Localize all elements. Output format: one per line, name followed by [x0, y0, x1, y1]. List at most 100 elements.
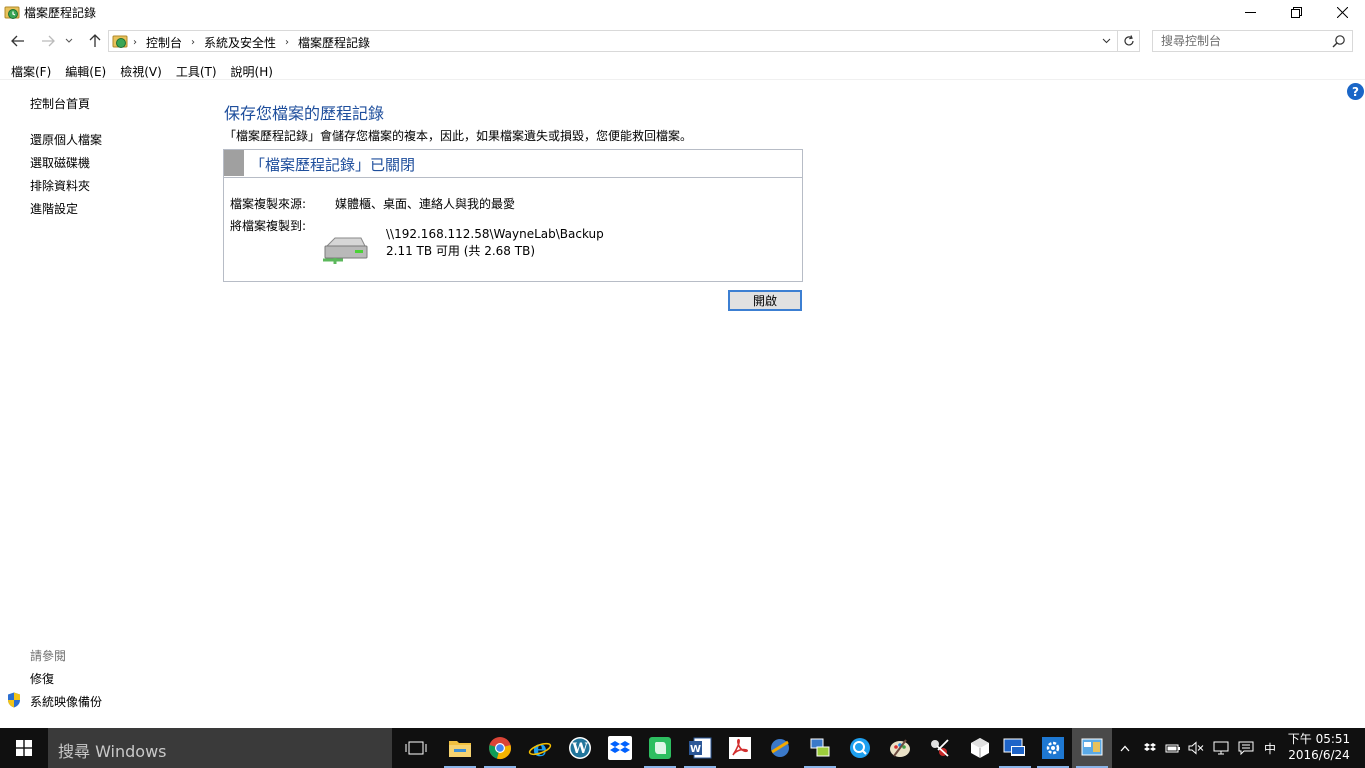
taskbar-app-network[interactable] [800, 728, 840, 768]
menu-edit[interactable]: 編輯(E) [58, 60, 113, 79]
close-button[interactable] [1319, 0, 1365, 24]
status-text: 「檔案歷程記錄」已關閉 [250, 156, 416, 174]
destination-path: \\192.168.112.58\WayneLab\Backup [386, 227, 604, 241]
tray-dropbox[interactable] [1140, 728, 1160, 768]
menu-help[interactable]: 說明(H) [224, 60, 280, 79]
turn-on-button[interactable]: 開啟 [728, 290, 802, 311]
minimize-button[interactable] [1227, 0, 1273, 24]
source-value: 媒體櫃、桌面、連絡人與我的最愛 [335, 197, 516, 211]
tray-network[interactable] [1210, 728, 1232, 768]
address-dropdown-button[interactable] [1099, 34, 1113, 48]
menu-bar: 檔案(F) 編輯(E) 檢視(V) 工具(T) 說明(H) [0, 60, 1365, 80]
up-arrow-icon [89, 34, 101, 47]
windows-logo-icon [16, 740, 32, 756]
breadcrumb-control-panel[interactable]: 控制台 [146, 34, 182, 51]
taskbar-word[interactable]: W [680, 728, 720, 768]
taskbar-control-panel[interactable] [1072, 728, 1112, 768]
network-drive-icon [323, 237, 368, 264]
navigation-bar: › 控制台 › 系統及安全性 › 檔案歷程記錄 [0, 28, 1365, 54]
back-arrow-icon [11, 35, 24, 47]
sidebar-item-exclude-folders[interactable]: 排除資料夾 [30, 177, 90, 194]
remote-desktop-icon [1003, 738, 1025, 756]
gear-icon [1042, 737, 1064, 759]
sidebar-item-restore-files[interactable]: 還原個人檔案 [30, 131, 102, 148]
tray-battery[interactable] [1163, 728, 1183, 768]
tray-action-center[interactable] [1235, 728, 1257, 768]
source-label: 檔案複製來源: [230, 197, 307, 211]
evernote-icon [649, 737, 671, 759]
sidebar-item-system-image-backup[interactable]: 系統映像備份 [30, 693, 102, 710]
sidebar-item-advanced-settings[interactable]: 進階設定 [30, 200, 78, 217]
breadcrumb-system-security[interactable]: 系統及安全性 [204, 34, 276, 51]
taskbar-settings[interactable] [1033, 728, 1073, 768]
forward-button[interactable] [38, 31, 58, 51]
sidebar-item-select-drive[interactable]: 選取磁碟機 [30, 154, 90, 171]
file-history-icon [4, 6, 20, 19]
breadcrumb-separator-icon[interactable]: › [133, 37, 137, 48]
taskbar-remote-desktop[interactable] [995, 728, 1035, 768]
taskbar-file-explorer[interactable] [440, 728, 480, 768]
search-input[interactable] [1161, 33, 1321, 49]
network-app-icon [810, 738, 830, 757]
taskbar-app-paint[interactable] [880, 728, 920, 768]
taskbar-wordpress[interactable]: W [560, 728, 600, 768]
uac-shield-icon [8, 692, 20, 708]
taskbar-search-text: 搜尋 Windows [58, 742, 167, 761]
status-header: 「檔案歷程記錄」已關閉 [224, 150, 802, 178]
clock-date: 2016/6/24 [1288, 748, 1350, 762]
menu-tools[interactable]: 工具(T) [169, 60, 224, 79]
title-bar: 檔案歷程記錄 [0, 0, 1365, 24]
taskbar-chrome[interactable] [480, 728, 520, 768]
notification-icon [1238, 741, 1254, 755]
menu-view[interactable]: 檢視(V) [113, 60, 169, 79]
globe-app-icon [771, 739, 789, 757]
search-box[interactable] [1152, 30, 1353, 52]
taskbar-acrobat[interactable] [720, 728, 760, 768]
breadcrumb-separator-icon[interactable]: › [191, 37, 195, 48]
word-icon: W [689, 737, 712, 759]
taskbar-evernote[interactable] [640, 728, 680, 768]
dropbox-icon [608, 736, 632, 760]
volume-muted-icon [1188, 741, 1204, 755]
up-button[interactable] [85, 31, 105, 51]
address-bar[interactable]: › 控制台 › 系統及安全性 › 檔案歷程記錄 [108, 30, 1140, 52]
svg-text:W: W [690, 744, 701, 755]
taskbar-search-box[interactable]: 搜尋 Windows [48, 728, 392, 768]
dropbox-tray-icon [1144, 743, 1156, 751]
taskbar-virtualbox[interactable] [960, 728, 1000, 768]
left-navigation-pane: 控制台首頁 還原個人檔案 選取磁碟機 排除資料夾 進階設定 請參閱 修復 系統映… [0, 81, 210, 728]
clock-time: 下午 05:51 [1287, 732, 1351, 746]
recent-locations-button[interactable] [62, 31, 76, 51]
task-view-button[interactable] [396, 728, 436, 768]
taskbar-dropbox[interactable] [600, 728, 640, 768]
task-view-icon [405, 741, 427, 755]
see-also-heading: 請參閱 [30, 649, 67, 663]
svg-text:e: e [533, 736, 547, 760]
control-panel-icon [112, 35, 128, 48]
help-icon[interactable]: ? [1347, 83, 1364, 100]
refresh-icon [1123, 35, 1134, 46]
tray-overflow-button[interactable] [1116, 728, 1134, 768]
taskbar-internet-explorer[interactable]: e [520, 728, 560, 768]
taskbar-app-search[interactable] [840, 728, 880, 768]
start-button[interactable] [0, 728, 48, 768]
paint-icon [890, 739, 910, 757]
restore-button[interactable] [1273, 0, 1319, 24]
page-description: 「檔案歷程記錄」會儲存您檔案的複本，因此，如果檔案遺失或損毀，您便能救回檔案。 [224, 129, 693, 143]
refresh-button[interactable] [1117, 31, 1139, 51]
breadcrumb-file-history[interactable]: 檔案歷程記錄 [298, 34, 370, 51]
menu-file[interactable]: 檔案(F) [4, 60, 58, 79]
sidebar-item-recovery[interactable]: 修復 [30, 670, 54, 687]
taskbar-app-globe[interactable] [760, 728, 800, 768]
tray-volume[interactable] [1186, 728, 1206, 768]
breadcrumb-separator-icon[interactable]: › [285, 37, 289, 48]
tray-ime-indicator[interactable]: 中 [1260, 728, 1280, 768]
taskbar-clock[interactable]: 下午 05:51 2016/6/24 [1286, 731, 1352, 763]
taskbar-app-snipping[interactable] [920, 728, 960, 768]
magnifier-app-icon [850, 738, 870, 758]
acrobat-icon [729, 737, 751, 759]
search-icon[interactable] [1332, 34, 1346, 48]
sidebar-item-control-panel-home[interactable]: 控制台首頁 [30, 95, 90, 112]
back-button[interactable] [8, 31, 28, 51]
taskbar: 搜尋 Windows e W W 中 下午 05:51 2016/6/24 [0, 728, 1365, 768]
